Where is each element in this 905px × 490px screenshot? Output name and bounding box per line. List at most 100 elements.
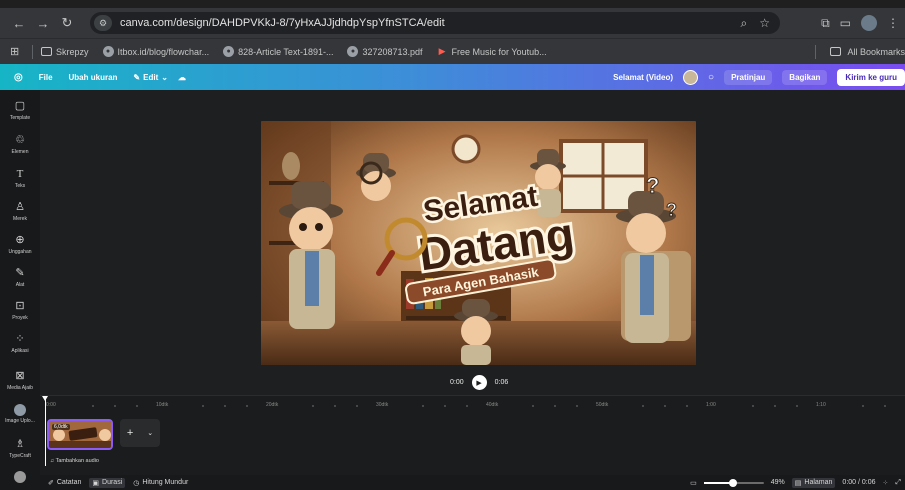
bookmark-label: Skrepzy [56,46,89,57]
sidebar-item-label: Aplikasi [11,348,29,354]
design-page[interactable]: ? ? Selamat Datang Para Agen Bahasik [261,121,696,365]
grid-view-icon[interactable]: ⁘ [883,479,889,487]
timeline-tick: 1:00 [706,402,716,408]
edit-menu[interactable]: ✎ Edit ⌄ [133,73,168,82]
bookmark-star-icon[interactable]: ☆ [759,16,770,30]
zoom-slider[interactable] [703,478,764,487]
sidebar-item-magic-media[interactable]: ⊠ Media Ajaib [0,370,40,391]
chevron-down-icon[interactable]: ⌄ [147,429,153,437]
timeline-dot [92,405,94,407]
pages-button[interactable]: ▤ Halaman [791,477,836,488]
file-menu[interactable]: File [39,73,53,82]
sidebar-item-label: TypeCraft [9,453,31,459]
sidebar-item-label: Elemen [11,149,29,155]
bookmark-pdf[interactable]: ● 327208713.pdf [347,46,423,57]
timeline-dot [664,405,666,407]
duration-icon: ▣ [92,479,100,487]
sidebar-item-projects[interactable]: ⊡ Proyek [0,300,40,321]
music-note-icon: ♫ [50,458,55,464]
forward-icon[interactable]: → [32,12,54,34]
timeline-dot [422,405,424,407]
site-info-icon[interactable]: ⚙ [94,15,112,31]
sidebar-item-typecraft[interactable]: ♗ TypeCraft [0,438,40,459]
timeline-dot [884,405,886,407]
text-icon: T [16,168,24,180]
comment-icon[interactable]: ○ [708,72,714,83]
timeline-tick: 30dtk [376,402,389,408]
timeline-clip[interactable]: 6,0dtk [47,419,113,450]
brand-icon: ♙ [15,201,25,213]
sidebar-item-more-app[interactable] [0,471,40,483]
upload-icon: ⊕ [15,234,25,246]
bookmark-music[interactable]: ▶ Free Music for Youtub... [437,46,547,57]
zoom-slider-handle[interactable] [729,478,738,487]
bookmark-label: Itbox.id/blog/flowchar... [117,46,210,57]
share-button[interactable]: Bagikan [782,69,828,85]
menu-kebab-icon[interactable]: ⋮ [887,16,899,30]
sidebar-item-brand[interactable]: ♙ Merek [0,201,40,222]
bookmark-skrepzy[interactable]: Skrepzy [41,47,89,57]
clip-duration: 6,0dtk [52,424,70,430]
sidebar-item-label: Proyek [12,315,28,321]
reload-icon[interactable]: ↻ [56,12,78,34]
sidebar-item-uploads[interactable]: ⊕ Unggahan [0,234,40,255]
zoom-lens-icon[interactable]: ⌕ [741,16,748,31]
fullscreen-icon[interactable]: ⤢ [895,479,901,487]
home-icon[interactable]: ◎ [14,72,23,83]
sidebar-item-label: Media Ajaib [7,385,33,391]
sidebar-item-draw[interactable]: ✎ Alat [0,267,40,288]
url-text[interactable]: canva.com/design/DAHDPVKkJ-8/7yHxAJJjdhd… [120,17,445,29]
pencil-icon: ✎ [133,72,141,82]
timeline-dot [466,405,468,407]
timeline-dot [554,405,556,407]
add-audio-button[interactable]: ♫ Tambahkan audio [50,458,99,464]
cloud-save-icon[interactable]: ☁ [178,73,186,82]
all-bookmarks[interactable]: All Bookmarks [807,44,905,59]
duration-label: Durasi [102,479,123,486]
all-bookmarks-label: All Bookmarks [847,46,905,57]
profile-avatar[interactable] [861,15,877,31]
timeline-panel: 0:00 10dtk 20dtk 30dtk 40dtk 50dtk 1:00 1:10 6,… [40,395,905,475]
bookmark-article[interactable]: ● 828-Article Text-1891-... [223,46,333,57]
pages-icon: ▤ [794,479,802,487]
resize-button[interactable]: Ubah ukuran [69,73,118,82]
sidebar-item-elements[interactable]: ♲ Elemen [0,134,40,155]
globe-icon: ● [347,46,359,57]
sidebar-item-image-upload[interactable]: Image Uplo... [0,404,40,424]
notes-button[interactable]: ✐ Catatan [48,479,81,487]
sidebar-item-apps[interactable]: ⁘ Aplikasi [0,333,40,354]
timeline-dot [642,405,644,407]
folder-icon: ⊡ [15,300,25,312]
status-bar: ✐ Catatan ▣ Durasi ◷ Hitung Mundur ▭ 49%… [40,475,905,490]
bookmark-separator [815,44,817,59]
side-panel-icon[interactable]: ▭ [840,16,851,30]
add-page-button[interactable]: + ⌄ [120,419,160,447]
typecraft-icon: ♗ [15,438,25,450]
preview-button[interactable]: Pratinjau [724,69,773,85]
address-bar[interactable]: ⚙ canva.com/design/DAHDPVKkJ-8/7yHxAJJjd… [90,12,780,34]
playhead[interactable] [42,396,48,466]
play-icon[interactable]: ▶ [471,375,487,390]
page-view-icon[interactable]: ▭ [690,479,697,487]
timeline-tick: 1:10 [816,402,826,408]
timeline-dot [444,405,446,407]
timeline-dot [774,405,776,407]
sidebar-item-label: Alat [15,282,25,288]
current-time: 0:00 [450,379,464,386]
avatar[interactable] [683,69,699,85]
duration-button[interactable]: ▣ Durasi [89,477,126,488]
extensions-icon[interactable]: ⧉ [821,16,830,31]
tab-strip [0,0,905,8]
add-audio-label: Tambahkan audio [55,458,99,464]
timeline-tick: 10dtk [156,402,169,408]
submit-to-teacher-button[interactable]: Kirim ke guru [837,68,905,86]
draw-icon: ✎ [15,267,25,279]
back-icon[interactable]: ← [8,12,30,34]
sidebar-item-text[interactable]: T Teks [0,168,40,189]
design-title[interactable]: Selamat (Video) [613,73,673,82]
bookmark-itbox[interactable]: ● Itbox.id/blog/flowchar... [102,46,210,57]
timer-button[interactable]: ◷ Hitung Mundur [133,479,188,487]
apps-grid-icon[interactable]: ⊞ [10,45,24,58]
zoom-level[interactable]: 49% [771,479,785,486]
sidebar-item-template[interactable]: ▢ Template [0,100,40,121]
